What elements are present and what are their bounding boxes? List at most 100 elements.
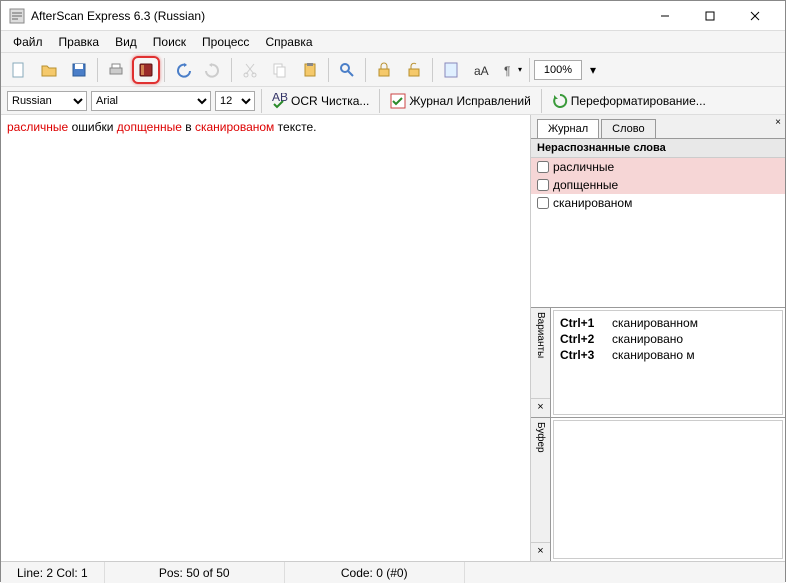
page-button[interactable] <box>437 56 465 84</box>
maximize-button[interactable] <box>687 2 732 30</box>
reformat-button[interactable]: Переформатирование... <box>548 90 710 112</box>
separator <box>231 58 232 82</box>
title-bar: AfterScan Express 6.3 (Russian) <box>1 1 785 31</box>
word-list: расличные допщенные сканированом <box>531 158 785 308</box>
tab-journal[interactable]: Журнал <box>537 119 599 138</box>
variant-shortcut: Ctrl+3 <box>560 348 604 362</box>
word-text: допщенные <box>553 178 618 192</box>
print-button[interactable] <box>102 56 130 84</box>
variant-text: сканировано м <box>612 348 695 362</box>
separator <box>541 89 542 113</box>
separator <box>365 58 366 82</box>
menu-file[interactable]: Файл <box>5 32 51 52</box>
text-word[interactable]: тексте. <box>278 120 317 134</box>
menu-process[interactable]: Процесс <box>194 32 257 52</box>
separator <box>529 58 530 82</box>
variants-tab[interactable]: Варианты × <box>531 308 551 417</box>
separator <box>432 58 433 82</box>
save-button[interactable] <box>65 56 93 84</box>
copy-button[interactable] <box>266 56 294 84</box>
variants-tab-label: Варианты <box>535 312 546 358</box>
variant-row[interactable]: Ctrl+2сканировано <box>560 331 776 347</box>
word-text: расличные <box>553 160 614 174</box>
svg-text:aA: aA <box>474 64 489 78</box>
variant-row[interactable]: Ctrl+3 сканировано м <box>560 347 776 363</box>
buffer-tab-label: Буфер <box>535 422 546 453</box>
minimize-button[interactable] <box>642 2 687 30</box>
separator <box>97 58 98 82</box>
separator <box>328 58 329 82</box>
redo-button[interactable] <box>199 56 227 84</box>
buffer-close-icon[interactable]: × <box>531 542 550 557</box>
variant-shortcut: Ctrl+2 <box>560 332 604 346</box>
menu-help[interactable]: Справка <box>257 32 320 52</box>
error-word[interactable]: сканированом <box>195 120 274 134</box>
dictionary-button[interactable] <box>132 56 160 84</box>
paragraph-button[interactable]: ¶▾ <box>497 56 525 84</box>
panel-close-icon[interactable]: × <box>775 117 781 128</box>
close-button[interactable] <box>732 2 777 30</box>
variants-close-icon[interactable]: × <box>531 398 550 413</box>
unlock-button[interactable] <box>400 56 428 84</box>
buffer-area[interactable] <box>553 420 783 559</box>
text-editor[interactable]: расличные ошибки допщенные в сканировано… <box>1 115 531 561</box>
menu-edit[interactable]: Правка <box>51 32 108 52</box>
font-select[interactable]: Arial <box>91 91 211 111</box>
error-word[interactable]: допщенные <box>117 120 182 134</box>
font-button[interactable]: aA <box>467 56 495 84</box>
separator <box>379 89 380 113</box>
menu-search[interactable]: Поиск <box>145 32 194 52</box>
menu-view[interactable]: Вид <box>107 32 145 52</box>
undo-button[interactable] <box>169 56 197 84</box>
ocr-label: OCR Чистка... <box>291 94 369 108</box>
variant-shortcut: Ctrl+1 <box>560 316 604 330</box>
content-area: расличные ошибки допщенные в сканировано… <box>1 115 785 561</box>
word-text: сканированом <box>553 196 632 210</box>
svg-text:ABC: ABC <box>272 93 288 104</box>
word-checkbox[interactable] <box>537 161 549 173</box>
zoom-control: ▾ <box>534 60 602 80</box>
svg-text:¶: ¶ <box>504 64 510 78</box>
secondary-toolbar: Russian Arial 12 ABC OCR Чистка... Журна… <box>1 87 785 115</box>
reformat-label: Переформатирование... <box>571 94 706 108</box>
language-select[interactable]: Russian <box>7 91 87 111</box>
text-word[interactable]: в <box>185 120 191 134</box>
check-icon <box>390 93 406 109</box>
journal-label: Журнал Исправлений <box>409 94 530 108</box>
corrections-journal-button[interactable]: Журнал Исправлений <box>386 90 534 112</box>
find-button[interactable] <box>333 56 361 84</box>
separator <box>164 58 165 82</box>
buffer-tab[interactable]: Буфер × <box>531 418 551 561</box>
error-word[interactable]: расличные <box>7 120 68 134</box>
word-list-item[interactable]: сканированом <box>531 194 785 212</box>
fontsize-select[interactable]: 12 <box>215 91 255 111</box>
text-word[interactable]: ошибки <box>72 120 114 134</box>
app-icon <box>9 8 25 24</box>
zoom-dropdown[interactable]: ▾ <box>584 60 602 80</box>
open-button[interactable] <box>35 56 63 84</box>
paste-button[interactable] <box>296 56 324 84</box>
panel-tabs: Журнал Слово × <box>531 115 785 139</box>
lock-button[interactable] <box>370 56 398 84</box>
word-list-item[interactable]: расличные <box>531 158 785 176</box>
tab-word[interactable]: Слово <box>601 119 655 138</box>
new-button[interactable] <box>5 56 33 84</box>
ocr-cleanup-button[interactable]: ABC OCR Чистка... <box>268 90 373 112</box>
refresh-icon <box>552 93 568 109</box>
word-checkbox[interactable] <box>537 197 549 209</box>
variants-list: Ctrl+1сканированномCtrl+2сканированоCtrl… <box>553 310 783 415</box>
variant-row[interactable]: Ctrl+1сканированном <box>560 315 776 331</box>
window-title: AfterScan Express 6.3 (Russian) <box>31 9 642 23</box>
separator <box>261 89 262 113</box>
zoom-input[interactable] <box>534 60 582 80</box>
word-checkbox[interactable] <box>537 179 549 191</box>
status-bar: Line: 2 Col: 1 Pos: 50 of 50 Code: 0 (#0… <box>1 561 785 583</box>
variants-block: Варианты × Ctrl+1сканированномCtrl+2скан… <box>531 308 785 418</box>
word-list-item[interactable]: допщенные <box>531 176 785 194</box>
status-pos: Pos: 50 of 50 <box>105 562 285 583</box>
cut-button[interactable] <box>236 56 264 84</box>
window-controls <box>642 2 777 30</box>
abc-check-icon: ABC <box>272 93 288 109</box>
status-line-col: Line: 2 Col: 1 <box>1 562 105 583</box>
chevron-down-icon: ▾ <box>518 65 522 74</box>
